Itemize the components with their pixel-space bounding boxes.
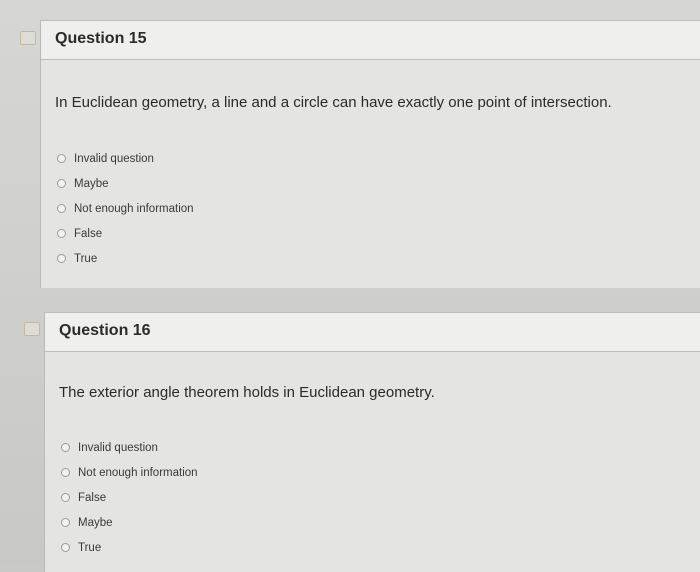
option-label: False bbox=[74, 227, 103, 240]
radio-button-icon[interactable] bbox=[57, 229, 66, 238]
answer-option[interactable]: Invalid question bbox=[61, 435, 198, 460]
answer-option[interactable]: False bbox=[57, 221, 194, 246]
option-label: Invalid question bbox=[78, 441, 158, 454]
question-title: Question 16 bbox=[59, 322, 151, 339]
answer-option[interactable]: True bbox=[61, 535, 198, 560]
question-title: Question 15 bbox=[55, 30, 147, 47]
option-label: Not enough information bbox=[78, 466, 198, 479]
option-label: True bbox=[78, 541, 102, 554]
question-header: Question 15 bbox=[41, 20, 700, 60]
radio-button-icon[interactable] bbox=[61, 518, 70, 527]
radio-button-icon[interactable] bbox=[57, 204, 66, 213]
radio-button-icon[interactable] bbox=[61, 468, 70, 477]
radio-button-icon[interactable] bbox=[61, 443, 70, 452]
answer-option[interactable]: Maybe bbox=[57, 171, 194, 196]
answer-option[interactable]: Invalid question bbox=[57, 146, 194, 171]
answer-option[interactable]: Maybe bbox=[61, 510, 198, 535]
question-text: The exterior angle theorem holds in Eucl… bbox=[59, 384, 435, 401]
question-flag-icon[interactable] bbox=[24, 322, 40, 336]
radio-button-icon[interactable] bbox=[57, 254, 66, 263]
question-card-16: Question 16 The exterior angle theorem h… bbox=[44, 312, 700, 572]
option-label: True bbox=[74, 252, 98, 265]
answer-option[interactable]: False bbox=[61, 485, 198, 510]
option-label: Invalid question bbox=[74, 152, 154, 165]
radio-button-icon[interactable] bbox=[61, 493, 70, 502]
radio-button-icon[interactable] bbox=[61, 543, 70, 552]
question-text: In Euclidean geometry, a line and a circ… bbox=[55, 94, 612, 111]
question-flag-icon[interactable] bbox=[20, 31, 36, 45]
question-header: Question 16 bbox=[45, 312, 700, 352]
answer-options: Invalid question Maybe Not enough inform… bbox=[57, 146, 194, 271]
answer-options: Invalid question Not enough information … bbox=[61, 435, 198, 560]
option-label: False bbox=[78, 491, 107, 504]
radio-button-icon[interactable] bbox=[57, 179, 66, 188]
option-label: Maybe bbox=[78, 516, 113, 529]
option-label: Maybe bbox=[74, 177, 109, 190]
radio-button-icon[interactable] bbox=[57, 154, 66, 163]
question-card-15: Question 15 In Euclidean geometry, a lin… bbox=[40, 20, 700, 288]
answer-option[interactable]: Not enough information bbox=[57, 196, 194, 221]
option-label: Not enough information bbox=[74, 202, 194, 215]
answer-option[interactable]: True bbox=[57, 246, 194, 271]
answer-option[interactable]: Not enough information bbox=[61, 460, 198, 485]
